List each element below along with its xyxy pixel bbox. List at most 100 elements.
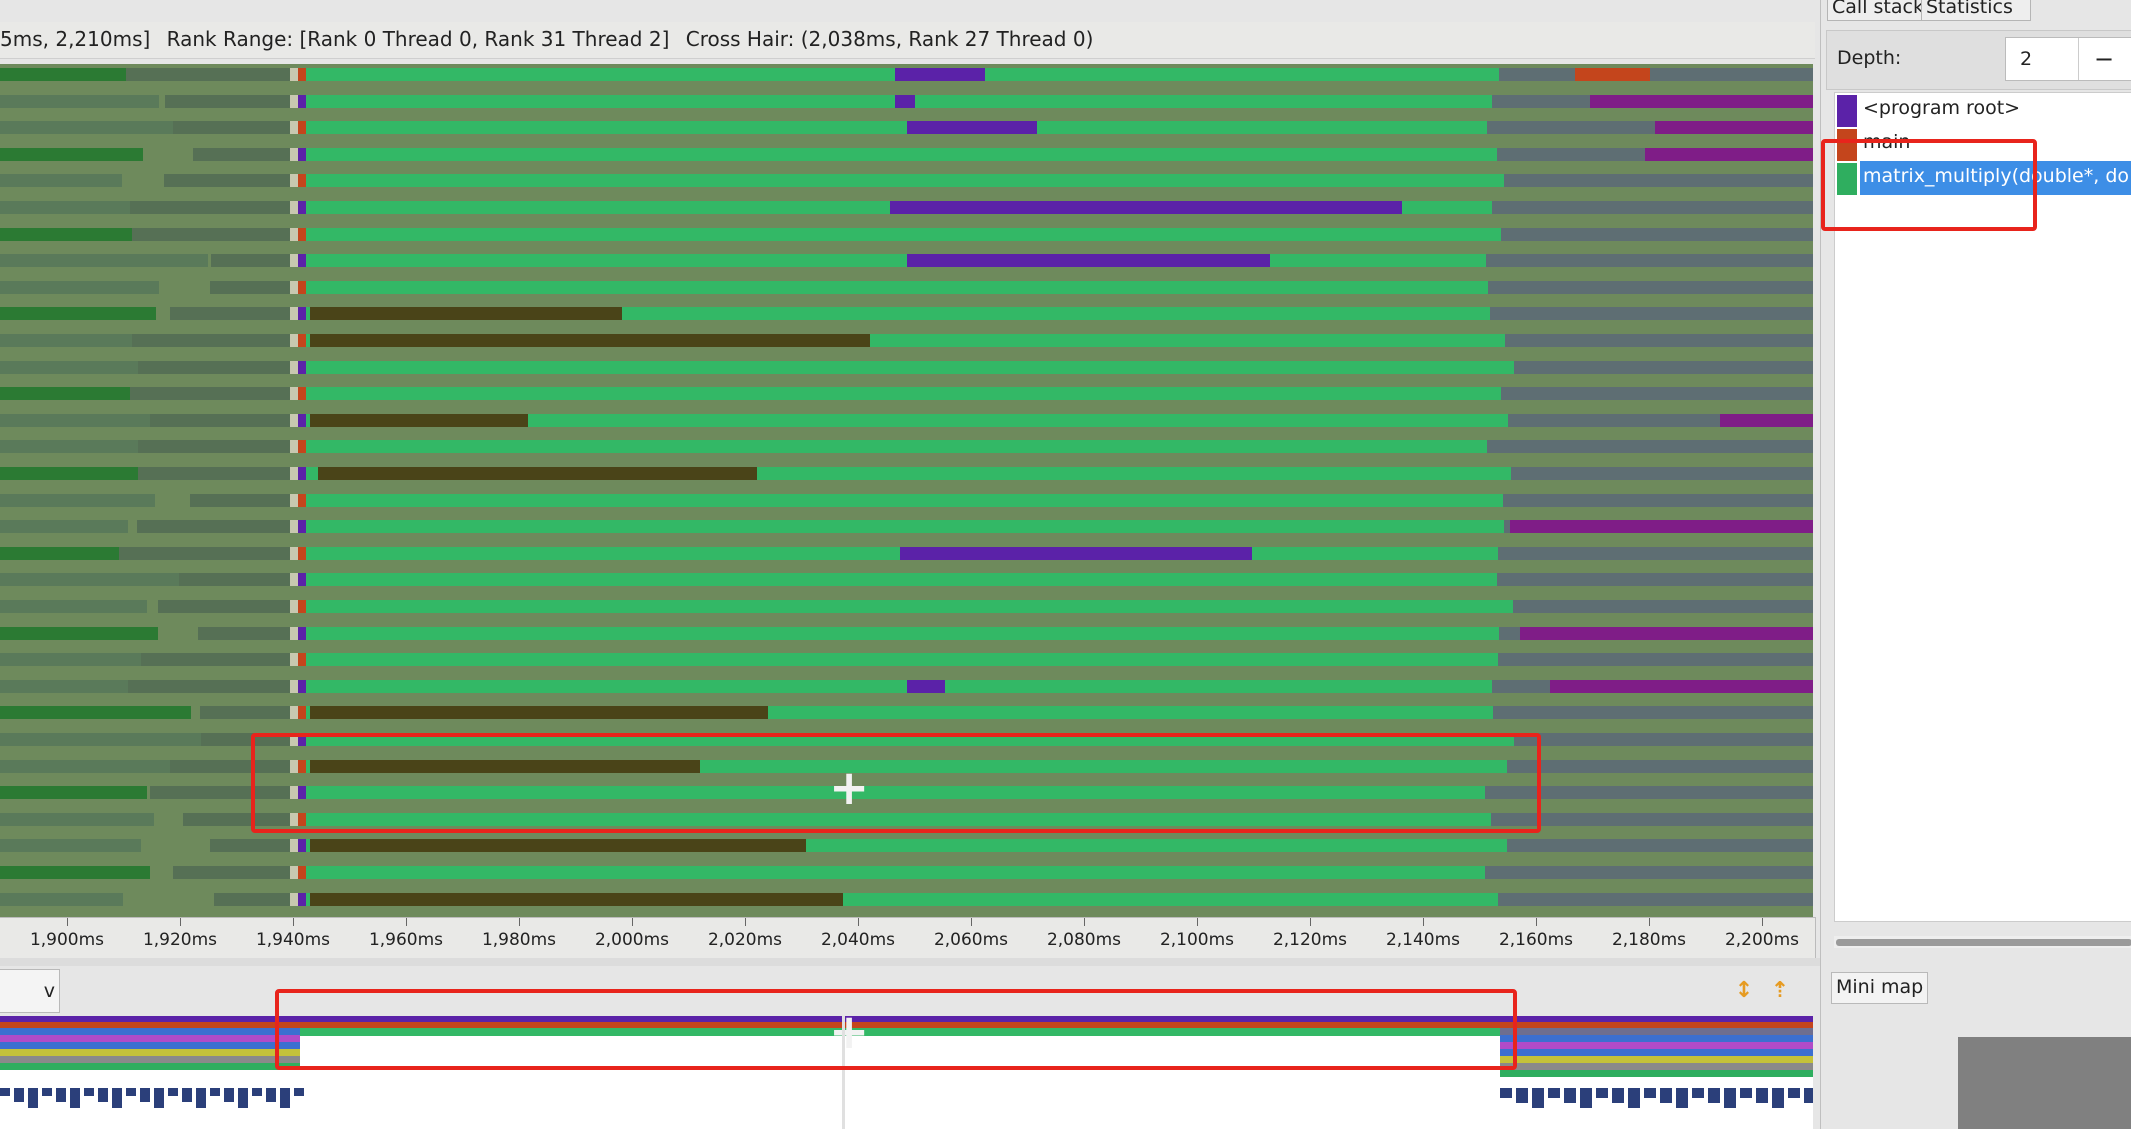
event-segment xyxy=(895,68,985,81)
event-segment xyxy=(306,387,1501,401)
depth-value[interactable]: 2 xyxy=(2020,48,2032,70)
depth-decrement-button[interactable]: − xyxy=(2078,38,2129,80)
overview-bar xyxy=(140,1088,150,1102)
event-segment xyxy=(193,147,290,161)
event-segment xyxy=(290,68,298,81)
event-segment xyxy=(0,413,150,427)
overview-bar xyxy=(70,1088,80,1108)
axis-tick-label: 2,160ms xyxy=(1498,930,1574,950)
rank-track[interactable] xyxy=(0,147,1813,161)
overview-bar xyxy=(294,1088,304,1096)
rank-track[interactable] xyxy=(0,706,1813,720)
event-segment xyxy=(198,626,290,640)
event-segment xyxy=(306,440,1487,454)
event-segment xyxy=(119,546,290,560)
scrollbar-thumb[interactable] xyxy=(1836,939,2131,946)
splitter[interactable] xyxy=(0,958,2131,966)
rank-track[interactable] xyxy=(0,653,1813,667)
horizontal-scrollbar[interactable] xyxy=(1834,936,2131,948)
event-segment xyxy=(298,334,306,347)
rank-track[interactable] xyxy=(0,334,1813,347)
rank-track[interactable] xyxy=(0,467,1813,480)
event-segment xyxy=(290,174,298,188)
collapse-arrows-icon[interactable]: ⇡ xyxy=(1766,977,1794,1005)
rank-track[interactable] xyxy=(0,600,1813,613)
event-segment xyxy=(306,866,1485,879)
rank-track[interactable] xyxy=(0,440,1813,454)
rank-track[interactable] xyxy=(0,227,1813,241)
tab-overview[interactable]: v view xyxy=(0,969,60,1044)
event-segment xyxy=(298,94,306,108)
overview-bar xyxy=(168,1088,178,1096)
event-segment xyxy=(306,573,1497,587)
rank-track[interactable] xyxy=(0,573,1813,587)
rank-track[interactable] xyxy=(0,307,1813,321)
rank-track[interactable] xyxy=(0,892,1813,906)
event-segment xyxy=(298,866,306,879)
event-segment xyxy=(298,493,306,507)
rank-track[interactable] xyxy=(0,94,1813,108)
event-segment xyxy=(0,360,159,374)
event-segment xyxy=(306,520,1504,534)
rank-track[interactable] xyxy=(0,546,1813,560)
event-segment xyxy=(1498,546,1813,560)
event-segment xyxy=(290,94,298,108)
rank-track[interactable] xyxy=(0,520,1813,534)
event-segment xyxy=(0,812,154,826)
rank-track[interactable] xyxy=(0,68,1813,81)
overview-bar xyxy=(0,1049,300,1056)
axis-tick xyxy=(745,918,746,926)
overview-bar xyxy=(1612,1088,1624,1103)
call-stack-item[interactable]: <program root> xyxy=(1835,93,2131,127)
rank-track[interactable] xyxy=(0,626,1813,640)
rank-track[interactable] xyxy=(0,174,1813,188)
event-segment xyxy=(306,147,1497,161)
event-segment xyxy=(290,307,298,321)
rank-track[interactable] xyxy=(0,387,1813,401)
axis-tick-label: 1,940ms xyxy=(255,930,331,950)
rank-track[interactable] xyxy=(0,679,1813,693)
rank-track[interactable] xyxy=(0,866,1813,879)
depth-spinbox[interactable]: 2 − xyxy=(2005,37,2131,81)
event-segment xyxy=(0,307,156,321)
axis-tick xyxy=(1310,918,1311,926)
event-segment xyxy=(298,280,306,294)
axis-tick xyxy=(971,918,972,926)
event-segment xyxy=(0,520,128,534)
tab-statistics[interactable]: Statistics xyxy=(1921,0,2031,21)
rank-track[interactable] xyxy=(0,413,1813,427)
rank-track[interactable] xyxy=(0,493,1813,507)
event-segment xyxy=(173,121,290,135)
minimap-viewport[interactable] xyxy=(1958,1037,2131,1129)
event-segment xyxy=(0,733,207,746)
event-segment xyxy=(310,307,622,321)
event-segment xyxy=(907,121,1037,135)
event-segment xyxy=(318,467,757,480)
rank-range-text: Rank Range: [Rank 0 Thread 0, Rank 31 Th… xyxy=(166,27,670,51)
event-segment xyxy=(0,94,159,108)
overview-bar xyxy=(1692,1088,1704,1098)
event-segment xyxy=(138,360,290,374)
event-segment xyxy=(0,786,147,800)
event-segment xyxy=(306,360,1514,374)
rank-track[interactable] xyxy=(0,839,1813,853)
event-segment xyxy=(298,201,306,214)
event-segment xyxy=(130,201,290,214)
event-segment xyxy=(290,360,298,374)
rank-track[interactable] xyxy=(0,280,1813,294)
overview-bar xyxy=(1644,1088,1656,1098)
rank-track[interactable] xyxy=(0,360,1813,374)
axis-tick-label: 2,140ms xyxy=(1385,930,1461,950)
rank-track[interactable] xyxy=(0,254,1813,268)
time-axis: 1,900ms 1,920ms 1,940ms 1,960ms 1,980ms 2,000… xyxy=(0,917,1816,958)
axis-tick xyxy=(858,918,859,926)
event-segment xyxy=(1486,254,1813,268)
event-segment xyxy=(126,68,290,81)
event-segment xyxy=(890,201,1402,214)
expand-arrows-icon[interactable]: ↕ xyxy=(1730,977,1758,1005)
rank-track[interactable] xyxy=(0,121,1813,135)
tab-call-stack[interactable]: Call stack xyxy=(1827,0,1927,21)
event-segment xyxy=(290,227,298,241)
rank-track[interactable] xyxy=(0,201,1813,214)
axis-tick xyxy=(406,918,407,926)
